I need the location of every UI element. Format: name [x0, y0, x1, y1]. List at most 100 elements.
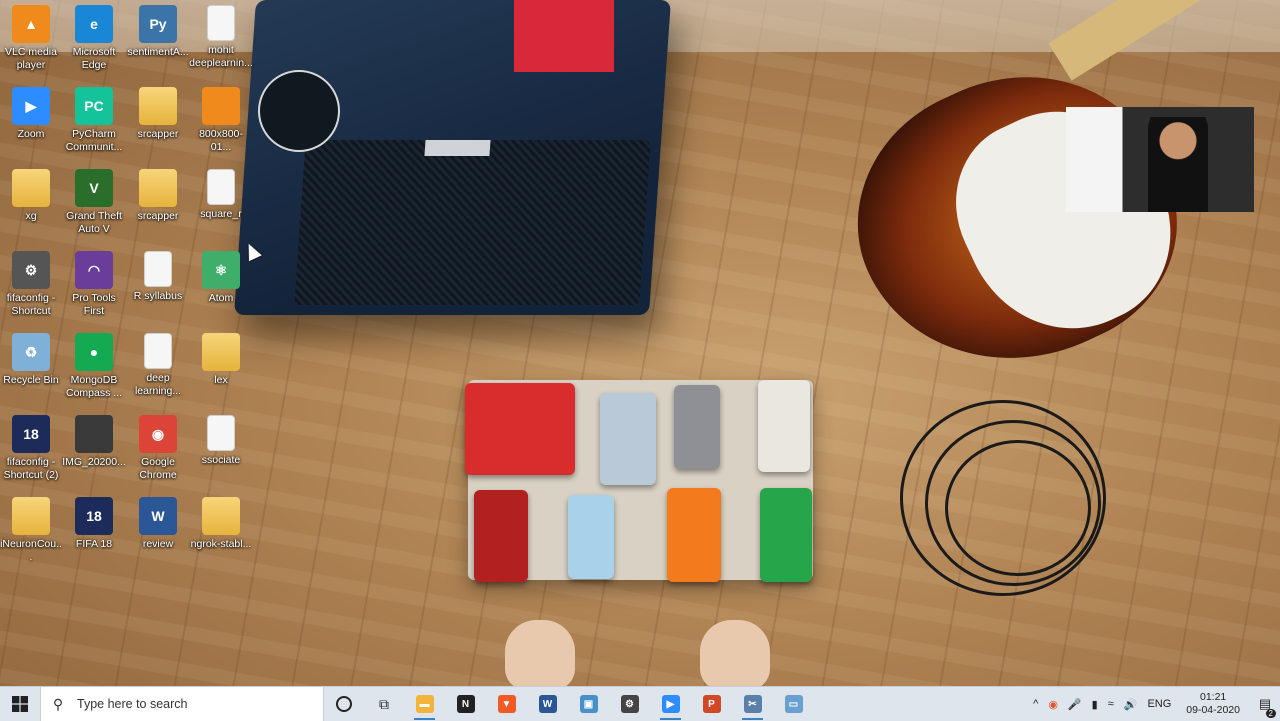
- desktop-icon[interactable]: 18 fifaconfig - Shortcut (2): [0, 415, 63, 497]
- desktop-icon-label: Atom: [208, 292, 234, 304]
- desktop-icon-label: Google Chrome: [139, 456, 177, 481]
- desktop-icon-label: PyCharm Communit...: [65, 128, 123, 153]
- desktop-icon[interactable]: IMG_20200...: [62, 415, 126, 497]
- desktop-icon-file-icon: Py: [139, 5, 177, 43]
- desktop-icon-label: lex: [214, 374, 228, 386]
- desktop-icon-file-icon: W: [139, 497, 177, 535]
- taskbar-app-powerpoint[interactable]: P: [691, 687, 732, 721]
- desktop-icon-label: review: [142, 538, 174, 550]
- desktop-icon[interactable]: e Microsoft Edge: [62, 5, 126, 87]
- battery-icon[interactable]: ▮: [1087, 698, 1103, 711]
- desktop-icon[interactable]: ngrok-stabl...: [189, 497, 253, 579]
- taskbar-app-settings[interactable]: ⚙: [609, 687, 650, 721]
- desktop-icon-folder-icon: [12, 169, 50, 207]
- desktop-icon-label: Grand Theft Auto V: [66, 210, 122, 235]
- desktop-icon-app-icon: ▶: [12, 87, 50, 125]
- desktop-icon-file-icon: [207, 5, 235, 41]
- taskbar-app-photos[interactable]: ▣: [568, 687, 609, 721]
- notion-icon: N: [456, 695, 475, 713]
- desktop-icon[interactable]: ● MongoDB Compass ...: [62, 333, 126, 415]
- desktop-icon-app-icon: ◉: [139, 415, 177, 453]
- desktop-icon-label: ssociate: [201, 454, 241, 466]
- clock-time: 01:21: [1200, 691, 1227, 703]
- wallpaper-pedal: [568, 495, 614, 579]
- desktop-icon[interactable]: ▶ Zoom: [0, 87, 63, 169]
- taskbar-app-file-explorer[interactable]: ▬: [404, 687, 445, 721]
- desktop-icon-label: IMG_20200...: [62, 456, 126, 468]
- desktop-icon-label: srcapper: [137, 128, 179, 140]
- desktop-icon[interactable]: 18 FIFA 18: [62, 497, 126, 579]
- taskbar-app-generic-window[interactable]: ▭: [773, 687, 814, 721]
- desktop-icon-app-icon: PC: [75, 87, 113, 125]
- action-center-button[interactable]: ▤ 2: [1250, 696, 1280, 718]
- desktop-icon[interactable]: deep learning...: [126, 333, 190, 415]
- desktop-icon-file-icon: [144, 251, 172, 287]
- desktop-icon[interactable]: ♻ Recycle Bin: [0, 333, 63, 415]
- microphone-icon[interactable]: 🎤: [1063, 698, 1087, 711]
- search-input[interactable]: [75, 696, 309, 712]
- desktop-icon-label: sentimentA...: [127, 46, 189, 58]
- generic-window-icon: ▭: [784, 695, 803, 713]
- volume-icon[interactable]: 🔊: [1119, 698, 1143, 711]
- desktop-icon-label: mohit deeplearnin...: [189, 44, 253, 69]
- desktop-icon[interactable]: srcapper: [126, 87, 190, 169]
- desktop-icon[interactable]: V Grand Theft Auto V: [62, 169, 126, 251]
- desktop-icon[interactable]: ▲ VLC media player: [0, 5, 63, 87]
- language-indicator[interactable]: ENG: [1142, 698, 1176, 710]
- desktop-icon-app-icon: 18: [12, 415, 50, 453]
- task-view-button[interactable]: ⧉: [364, 687, 404, 721]
- desktop-icon[interactable]: ⚛ Atom: [189, 251, 253, 333]
- desktop-icon[interactable]: srcapper: [126, 169, 190, 251]
- photos-icon: ▣: [579, 695, 598, 713]
- desktop-icon[interactable]: ⚙ fifaconfig - Shortcut: [0, 251, 63, 333]
- desktop-icon[interactable]: ◠ Pro Tools First: [62, 251, 126, 333]
- wallpaper-amplifier-logo: [258, 70, 340, 152]
- desktop-icon-file-icon: [144, 333, 172, 369]
- desktop-icon[interactable]: R syllabus: [126, 251, 190, 333]
- desktop-icon[interactable]: PC PyCharm Communit...: [62, 87, 126, 169]
- taskbar-app-notion[interactable]: N: [445, 687, 486, 721]
- tray-overflow-chevron-icon[interactable]: ^: [1028, 698, 1043, 710]
- clock[interactable]: 01:21 09-04-2020: [1176, 691, 1250, 717]
- desktop-icon-label: Pro Tools First: [72, 292, 116, 317]
- desktop-icon-label: R syllabus: [133, 290, 183, 302]
- wifi-icon[interactable]: ≈: [1103, 698, 1119, 710]
- taskbar-app-snipping-tool[interactable]: ✂: [732, 687, 773, 721]
- desktop-icon[interactable]: ◉ Google Chrome: [126, 415, 190, 497]
- taskbar-app-zoom[interactable]: ▶: [650, 687, 691, 721]
- desktop-icon-app-icon: ♻: [12, 333, 50, 371]
- taskbar-app-word[interactable]: W: [527, 687, 568, 721]
- desktop-icon-file-icon: [207, 169, 235, 205]
- search-icon: ⚲: [52, 695, 64, 712]
- wallpaper-pedal: [760, 488, 812, 582]
- start-button[interactable]: [0, 687, 40, 721]
- desktop-icon[interactable]: ssociate: [189, 415, 253, 497]
- wallpaper-pedal: [474, 490, 528, 582]
- taskbar-search-box[interactable]: ⚲: [40, 687, 324, 721]
- snipping-tool-icon: ✂: [743, 695, 762, 713]
- desktop-icon[interactable]: xg: [0, 169, 63, 251]
- desktop-icon-label: 800x800-01...: [199, 128, 243, 153]
- desktop-icon[interactable]: 800x800-01...: [189, 87, 253, 169]
- desktop-icon-label: FIFA 18: [75, 538, 113, 550]
- wallpaper-foot: [505, 620, 575, 690]
- taskbar-app-brave[interactable]: ▼: [486, 687, 527, 721]
- clock-date: 09-04-2020: [1186, 704, 1240, 716]
- wallpaper-pedal: [465, 383, 575, 475]
- desktop-icon-app-icon: ⚛: [202, 251, 240, 289]
- desktop-icon[interactable]: mohit deeplearnin...: [189, 5, 253, 87]
- desktop-icon-folder-icon: [12, 497, 50, 535]
- desktop-icon[interactable]: iNeuronCou...: [0, 497, 63, 579]
- settings-icon: ⚙: [620, 695, 639, 713]
- desktop-icon-label: Microsoft Edge: [72, 46, 116, 71]
- desktop-icon[interactable]: square_r: [189, 169, 253, 251]
- cortana-circle-icon: [336, 696, 352, 712]
- tray-app-icon[interactable]: ◉: [1043, 698, 1063, 711]
- wallpaper-pedal: [667, 488, 721, 582]
- desktop-icon-label: square_r: [200, 208, 242, 220]
- windows-logo-icon: [12, 696, 28, 712]
- desktop-icon[interactable]: Py sentimentA...: [126, 5, 190, 87]
- desktop-icon[interactable]: lex: [189, 333, 253, 415]
- cortana-button[interactable]: [324, 687, 364, 721]
- desktop-icon[interactable]: Wreview: [126, 497, 190, 579]
